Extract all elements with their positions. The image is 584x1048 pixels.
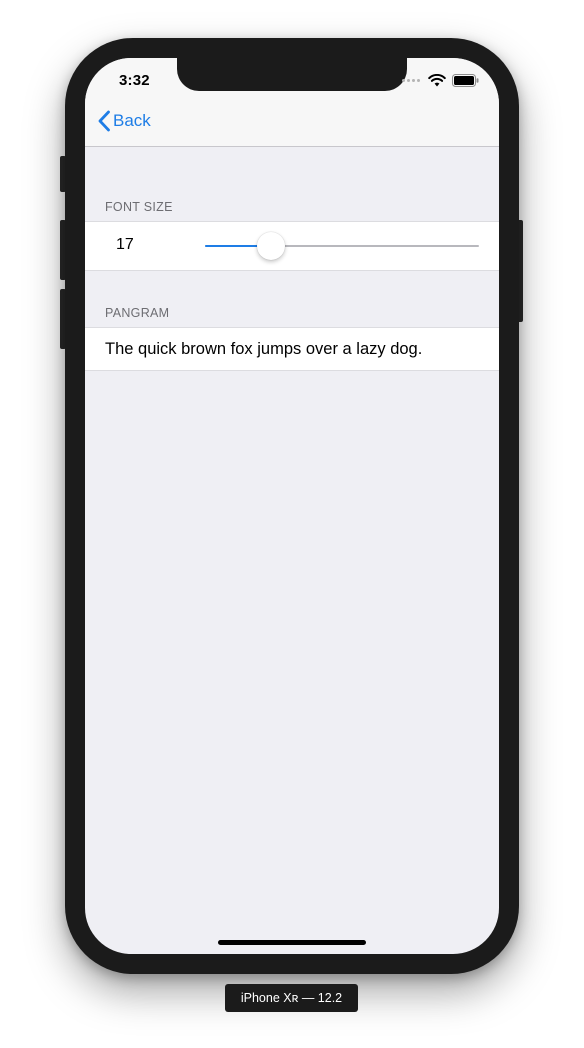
pangram-text: The quick brown fox jumps over a lazy do… xyxy=(105,340,423,358)
device-screen: Back 3:32 FONT SIZE 17 PANGRAM The quick… xyxy=(85,58,499,954)
cellular-signal-icon xyxy=(402,79,420,82)
pangram-cell: The quick brown fox jumps over a lazy do… xyxy=(85,327,499,371)
status-icons xyxy=(402,74,479,87)
back-label: Back xyxy=(113,111,151,130)
back-button[interactable]: Back xyxy=(97,110,151,132)
slider-thumb[interactable] xyxy=(257,232,285,260)
pangram-section-header: PANGRAM xyxy=(105,306,170,320)
font-size-slider[interactable] xyxy=(205,222,479,270)
device-frame: Back 3:32 FONT SIZE 17 PANGRAM The quick… xyxy=(65,38,519,974)
font-size-value: 17 xyxy=(116,236,134,253)
device-label: iPhone Xʀ — 12.2 xyxy=(225,984,358,1012)
font-size-section-header: FONT SIZE xyxy=(105,200,173,214)
wifi-icon xyxy=(428,74,446,87)
device-notch xyxy=(177,58,407,91)
chevron-left-icon xyxy=(97,110,111,132)
font-size-cell: 17 xyxy=(85,221,499,271)
simulator-stage: Back 3:32 FONT SIZE 17 PANGRAM The quick… xyxy=(0,0,584,1048)
status-time: 3:32 xyxy=(119,72,150,89)
battery-icon xyxy=(452,74,479,87)
home-indicator[interactable] xyxy=(218,940,366,945)
